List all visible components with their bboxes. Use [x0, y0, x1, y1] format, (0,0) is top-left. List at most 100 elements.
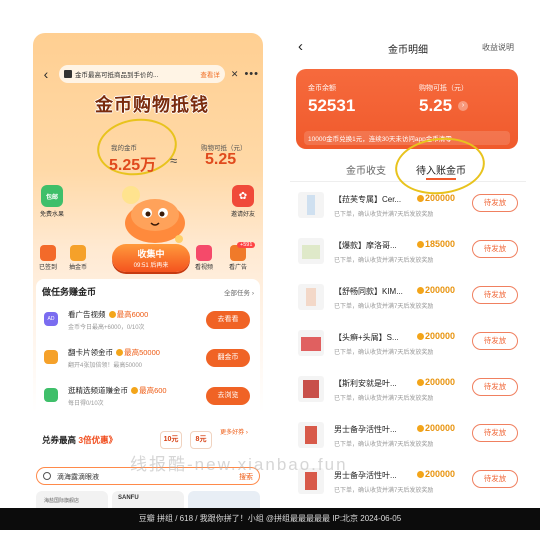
product-thumbnail: [298, 330, 324, 356]
pending-button[interactable]: 待发放: [472, 240, 518, 258]
coin-amount: 185000: [416, 239, 455, 249]
row-desc: 已下单，确认收货并满7天后发放奖励: [334, 350, 434, 356]
notice-icon: [64, 70, 72, 78]
task-row: 翻卡片领金币 最高50000 翻开4张加倍领！最高50000 翻金币: [40, 341, 256, 377]
invite-friends-entry[interactable]: ✿ 邀请好友: [223, 185, 263, 218]
fruit-icon: 包邮: [41, 185, 63, 207]
task-heading: 做任务赚金币: [42, 287, 97, 297]
coin-amount: 200000: [416, 331, 455, 341]
quick-draw-coins[interactable]: 抽金币: [69, 245, 87, 271]
pending-row[interactable]: 【斯利安就是叶... 200000 已下单，确认收货并满7天后发放奖励 待发放: [290, 370, 526, 416]
quick-label: 看视频: [195, 265, 214, 271]
screenshot-canvas: ‹ 金币最高可抵商品到手价的... 查看详 ✕ ••• 金币购物抵钱 我的金币 …: [0, 0, 540, 540]
product-thumbnail: [298, 238, 324, 264]
tab-income-expense[interactable]: 金币收支: [346, 162, 386, 177]
task-sub: 翻开4张加倍领！最高50000: [68, 363, 143, 369]
play-icon: [196, 245, 212, 261]
product-thumbnail: [298, 284, 324, 310]
cash-value: 5.25: [419, 96, 453, 115]
pending-button[interactable]: 待发放: [472, 378, 518, 396]
pending-button[interactable]: 待发放: [472, 286, 518, 304]
all-tasks-link[interactable]: 全部任务 ›: [224, 287, 254, 297]
chevron-right-icon[interactable]: ›: [458, 101, 468, 111]
task-sub: 金币今日最高+6000，0/10次: [68, 325, 145, 331]
coin-detail-page: ‹ 金币明细 收益说明 金币余额 52531 购物可抵（元） 5.25 › 10…: [290, 4, 526, 520]
product-thumbnail: [298, 376, 324, 402]
product-thumbnail: [298, 192, 324, 218]
caption-bar: 豆瓣 拼组 / 618 / 我跟你拼了！小组 @拼组最最最最最 IP:北京 20…: [0, 508, 540, 530]
pending-button[interactable]: 待发放: [472, 332, 518, 350]
pending-row[interactable]: 【头癣+头屑】S... 200000 已下单，确认收货并满7天后发放奖励 待发放: [290, 324, 526, 370]
task-button[interactable]: 翻金币: [206, 349, 250, 367]
page-title: 金币购物抵钱: [95, 95, 209, 115]
calendar-icon: [40, 245, 56, 261]
collect-label: 收集中: [137, 249, 165, 259]
more-icon[interactable]: •••: [244, 68, 259, 80]
watermark: 线报酷-new.xianbao.fun: [130, 455, 348, 474]
notice-bar[interactable]: 金币最高可抵商品到手价的... 查看详: [59, 65, 225, 83]
browse-icon: [44, 388, 58, 402]
approx-sign: ≈: [170, 153, 178, 168]
quick-watch-video[interactable]: 看视频: [195, 245, 213, 271]
pending-button[interactable]: 待发放: [472, 470, 518, 488]
quick-label: 抽金币: [69, 265, 88, 271]
product-thumbnail: [298, 422, 324, 448]
pending-button[interactable]: 待发放: [472, 194, 518, 212]
coin-amount: 200000: [416, 377, 455, 387]
coin-amount: 200000: [416, 423, 455, 433]
search-input[interactable]: 滴海露滴眼液: [57, 472, 99, 482]
quick-signed-in[interactable]: 已签到: [39, 245, 57, 271]
free-fruit-entry[interactable]: 包邮 免费水果: [33, 185, 72, 218]
earnings-help-link[interactable]: 收益说明: [482, 42, 514, 53]
caption-text: 豆瓣 拼组 / 618 / 我跟你拼了！小组 @拼组最最最最最 IP:北京 20…: [138, 514, 402, 523]
quick-label: 看广告: [229, 265, 248, 271]
task-sub: 每日得0/10次: [68, 401, 104, 407]
coin-amount: 200000: [416, 285, 455, 295]
notice-text: 金币最高可抵商品到手价的...: [75, 72, 159, 79]
back-icon[interactable]: ‹: [39, 66, 53, 82]
task-card: 做任务赚金币 全部任务 › AD 看广告视频 最高6000 金币今日最高+600…: [36, 279, 260, 421]
row-desc: 已下单，确认收货并满7天后发放奖励: [334, 488, 434, 494]
balance-label: 金币余额: [308, 85, 336, 92]
pending-row[interactable]: 【菈芙专属】Cer... 200000 已下单，确认收货并满7天后发放奖励 待发…: [290, 186, 526, 232]
notice-link[interactable]: 查看详: [200, 69, 220, 79]
pending-button[interactable]: 待发放: [472, 424, 518, 442]
collect-button[interactable]: 收集中 09:51 后再来: [112, 244, 190, 272]
gift-icon: ✿: [232, 185, 254, 207]
coin-shopping-page: ‹ 金币最高可抵商品到手价的... 查看详 ✕ ••• 金币购物抵钱 我的金币 …: [33, 33, 263, 520]
ad-video-icon: AD: [44, 312, 58, 326]
row-desc: 已下单，确认收货并满7天后发放奖励: [334, 212, 434, 218]
balance-value: 52531: [308, 96, 356, 115]
close-icon[interactable]: ✕: [231, 69, 239, 80]
task-button[interactable]: 去看看: [206, 311, 250, 329]
task-row: 逛精选频道赚金币 最高600 每日得0/10次 去浏览: [40, 379, 256, 415]
coins-badge: +591: [237, 242, 256, 248]
invite-friends-label: 邀请好友: [230, 212, 255, 218]
task-title: 翻卡片领金币 最高50000: [68, 348, 160, 357]
balance-card: 金币余额 52531 购物可抵（元） 5.25 › 10000金币兑换1元，连续…: [296, 69, 518, 149]
row-desc: 已下单，确认收货并满7天后发放奖励: [334, 258, 434, 264]
search-icon: [43, 472, 51, 480]
coin-amount: 200000: [416, 193, 455, 203]
exchange-text: 兑券最高 3倍优惠》: [42, 435, 118, 445]
more-coupons-link[interactable]: 更多好券 ›: [219, 429, 249, 437]
quick-watch-ads[interactable]: 看广告: [229, 245, 247, 271]
task-title: 逛精选频道赚金币 最高600: [68, 386, 167, 395]
card-flip-icon: [44, 350, 58, 364]
detail-header: ‹ 金币明细 收益说明: [290, 38, 526, 60]
pending-row[interactable]: 【爆款】摩洛哥... 185000 已下单，确认收货并满7天后发放奖励 待发放: [290, 232, 526, 278]
coupon-8[interactable]: 8元: [190, 431, 212, 449]
cash-value: 5.25: [205, 151, 237, 168]
coin-amount: 200000: [416, 469, 455, 479]
row-desc: 已下单，确认收货并满7天后发放奖励: [334, 396, 434, 402]
task-row: AD 看广告视频 最高6000 金币今日最高+6000，0/10次 去看看: [40, 303, 256, 339]
pending-row[interactable]: 【舒畅同款】KIM... 200000 已下单，确认收货并满7天后发放奖励 待发…: [290, 278, 526, 324]
my-coins-value[interactable]: 5.25万: [109, 151, 156, 175]
coin-draw-icon: [70, 245, 86, 261]
cash-label: 购物可抵（元）: [419, 85, 468, 92]
coin-mascot-icon: [122, 186, 185, 243]
task-button[interactable]: 去浏览: [206, 387, 250, 405]
quick-label: 已签到: [39, 265, 58, 271]
row-desc: 已下单，确认收货并满7天后发放奖励: [334, 304, 434, 310]
coupon-10[interactable]: 10元: [160, 431, 182, 449]
